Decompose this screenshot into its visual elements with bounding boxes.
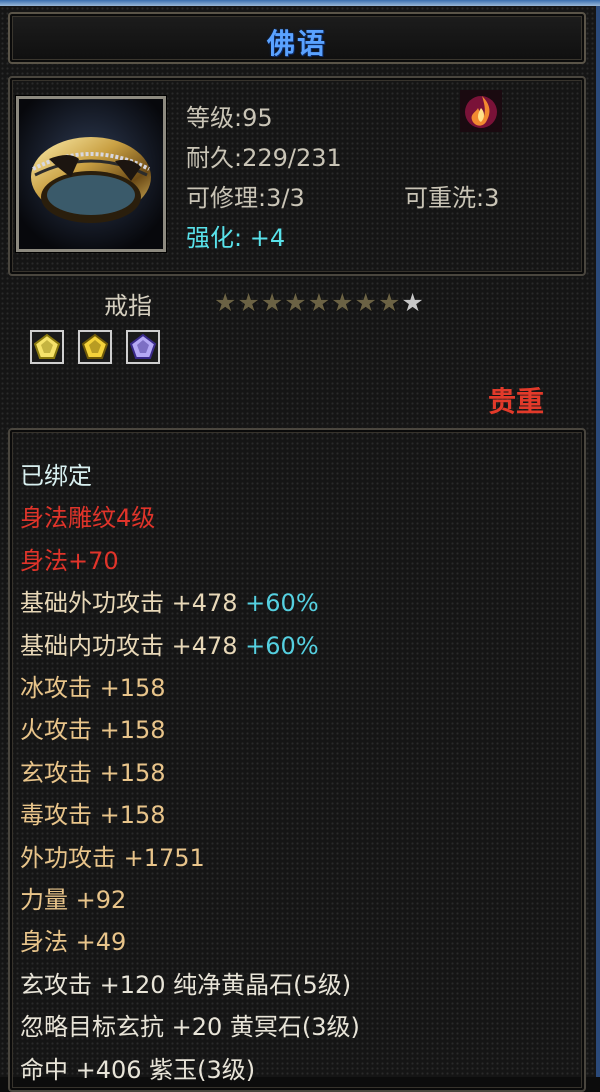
durability-label: 耐久 (186, 144, 234, 172)
attribute-text: 玄攻击 +120 纯净黄晶石(5级) (20, 971, 352, 999)
attribute-text: 玄攻击 +158 (20, 759, 166, 787)
attribute-line: 冰攻击 +158 (20, 668, 166, 703)
attribute-text: 基础外功攻击 +478 (20, 589, 238, 617)
title-bar: 佛语 (8, 12, 586, 64)
attribute-text: 已绑定 (20, 462, 92, 490)
attribute-text: 忽略目标玄抗 +20 黄冥石(3级) (20, 1013, 360, 1041)
ring-icon (19, 99, 163, 249)
star-filled-icon: ★ (260, 288, 284, 317)
enhance-label: 强化 (186, 224, 234, 252)
attribute-line: 已绑定 (20, 456, 92, 491)
star-empty-icon: ★ (401, 288, 424, 317)
level-label: 等级 (186, 104, 234, 132)
durability-value: :229/231 (234, 144, 342, 172)
attribute-text: 毒攻击 +158 (20, 801, 166, 829)
attribute-text: 基础内功攻击 +478 (20, 632, 238, 660)
attribute-line: 命中 +406 紫玉(3级) (20, 1050, 255, 1085)
yellow-ore-icon[interactable] (78, 330, 112, 364)
attribute-percent: +60% (237, 632, 319, 660)
attribute-text: 身法雕纹4级 (20, 504, 156, 532)
attribute-line: 基础内功攻击 +478 +60% (20, 626, 319, 661)
attribute-line: 外功攻击 +1751 (20, 838, 205, 873)
attribute-text: 火攻击 +158 (20, 716, 166, 744)
rarity-label: 贵重 (488, 385, 545, 418)
attribute-line: 玄攻击 +158 (20, 753, 166, 788)
repairable-stat: 可修理:3/3 (186, 178, 305, 213)
attribute-text: 外功攻击 +1751 (20, 844, 205, 872)
durability-stat: 耐久:229/231 (186, 138, 342, 173)
star-filled-icon: ★ (307, 288, 331, 317)
rewashable-label: 可重洗 (404, 184, 476, 212)
purple-jade-icon[interactable] (126, 330, 160, 364)
attribute-line: 身法+70 (20, 541, 119, 576)
repairable-label: 可修理 (186, 184, 258, 212)
attribute-text: 力量 +92 (20, 886, 127, 914)
attribute-line: 毒攻击 +158 (20, 795, 166, 830)
attribute-line: 身法雕纹4级 (20, 498, 155, 533)
attribute-line: 力量 +92 (20, 880, 126, 915)
attribute-line: 玄攻击 +120 纯净黄晶石(5级) (20, 965, 351, 1000)
enhance-value: : +4 (234, 224, 286, 252)
item-icon-frame[interactable] (16, 96, 166, 252)
attribute-text: 命中 +406 紫玉(3级) (20, 1056, 256, 1084)
fire-element-icon (460, 90, 502, 132)
star-filled-icon: ★ (284, 288, 307, 317)
star-filled-icon: ★ (331, 288, 354, 317)
attribute-line: 身法 +49 (20, 922, 126, 957)
attribute-line: 忽略目标玄抗 +20 黄冥石(3级) (20, 1007, 360, 1042)
star-filled-icon: ★ (214, 288, 237, 317)
attribute-percent: +60% (237, 589, 319, 617)
star-rating: ★ ★ ★ ★ ★ ★ ★ ★ ★ (214, 290, 424, 316)
repairable-value: :3/3 (258, 184, 305, 212)
attribute-line: 火攻击 +158 (20, 710, 166, 745)
attribute-text: 冰攻击 +158 (20, 674, 166, 702)
rewashable-stat: 可重洗:3 (404, 178, 499, 213)
attribute-line: 基础外功攻击 +478 +60% (20, 583, 319, 618)
star-filled-icon: ★ (354, 288, 377, 317)
star-filled-icon: ★ (377, 288, 401, 317)
level-value: :95 (234, 104, 273, 132)
attribute-text: 身法+70 (20, 547, 119, 575)
yellow-crystal-icon[interactable] (30, 330, 64, 364)
item-title: 佛语 (266, 27, 327, 60)
enhance-stat: 强化: +4 (186, 218, 285, 253)
level-stat: 等级:95 (186, 98, 273, 133)
attribute-text: 身法 +49 (20, 928, 127, 956)
item-type: 戒指 (104, 292, 152, 320)
rewashable-value: :3 (476, 184, 500, 212)
star-filled-icon: ★ (237, 288, 260, 317)
